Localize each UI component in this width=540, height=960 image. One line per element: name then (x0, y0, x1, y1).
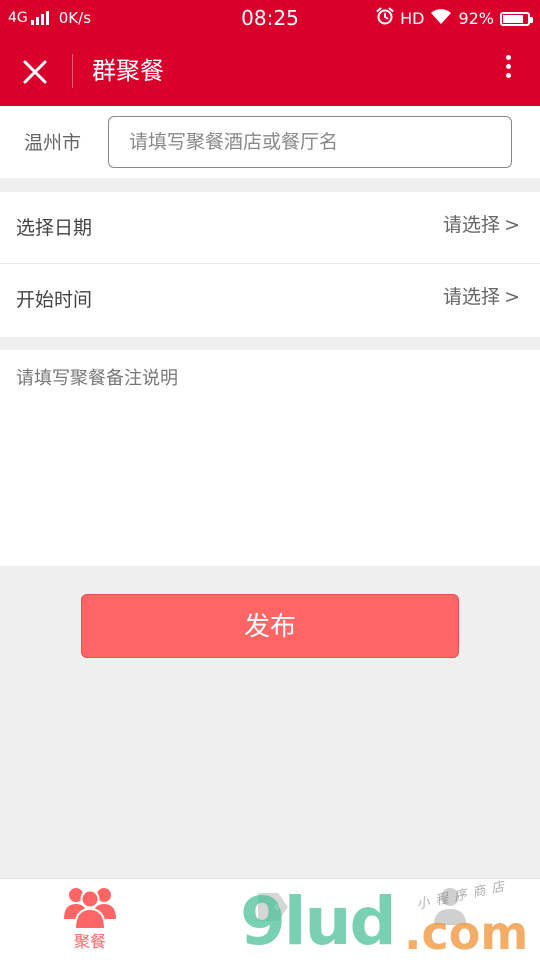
close-icon (23, 60, 47, 84)
chevron-right-icon: > (504, 214, 520, 236)
wifi-icon (430, 8, 452, 31)
restaurant-name-input[interactable] (108, 116, 512, 168)
select-date-value: 请选择 (442, 214, 500, 236)
select-date-row[interactable]: 选择日期 请选择 > (0, 192, 540, 264)
user-icon (434, 888, 466, 925)
city-selector[interactable]: 温州市 (24, 130, 81, 156)
nav-item-dinner-label: 聚餐 (73, 932, 106, 951)
location-search-row: 温州市 (0, 106, 540, 178)
screen: 4G 0K/s 08:25 HD 92% 群聚餐 温州市 请填写聚餐酒店或餐厅名… (0, 0, 540, 960)
more-options-button[interactable] (498, 53, 518, 91)
page-title: 群聚餐 (92, 57, 164, 85)
nav-item-dinner[interactable]: 聚餐 (0, 879, 180, 960)
status-bar: 4G 0K/s 08:25 HD 92% (0, 0, 540, 36)
app-bar-divider (72, 54, 73, 88)
status-right: HD 92% (370, 7, 533, 31)
alarm-icon (376, 7, 394, 31)
select-date-label: 选择日期 (16, 217, 93, 239)
tag-icon (258, 893, 288, 921)
battery-percent: 92% (458, 9, 494, 28)
more-vertical-icon (505, 53, 511, 80)
battery-icon (500, 12, 533, 26)
start-time-label: 开始时间 (16, 289, 93, 311)
people-group-icon (64, 888, 116, 929)
close-button[interactable] (14, 51, 56, 93)
nav-item-tag[interactable] (180, 879, 360, 960)
publish-button[interactable]: 发布 (81, 594, 459, 658)
hd-indicator: HD (400, 9, 425, 28)
app-bar: 群聚餐 (0, 36, 540, 106)
schedule-form: 选择日期 请选择 > 开始时间 请选择 > (0, 192, 540, 337)
notes-section (0, 350, 540, 566)
start-time-value: 请选择 (442, 286, 500, 308)
chevron-right-icon: > (504, 286, 520, 308)
start-time-row[interactable]: 开始时间 请选择 > (0, 264, 540, 337)
battery-fill (503, 15, 523, 23)
bottom-nav: 聚餐 (0, 878, 540, 960)
notes-textarea[interactable] (0, 350, 540, 566)
nav-item-profile[interactable] (360, 879, 540, 960)
